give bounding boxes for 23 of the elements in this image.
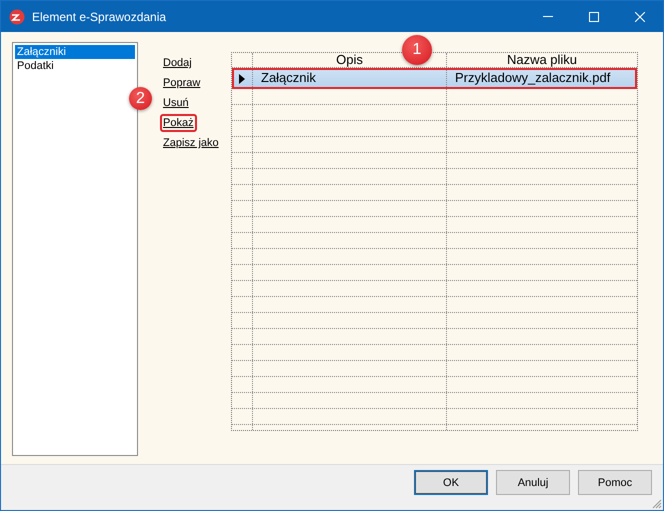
maximize-icon: [589, 12, 599, 22]
resize-grip-icon: [652, 499, 662, 509]
action-link[interactable]: Usuń: [160, 94, 192, 112]
column-header[interactable]: Nazwa pliku: [447, 53, 637, 67]
dialog-button[interactable]: OK: [414, 470, 488, 495]
step-number-badge: 1: [402, 35, 432, 65]
action-link[interactable]: Zapisz jako: [160, 134, 222, 152]
step-number-badge: 2: [129, 87, 152, 110]
action-link[interactable]: Popraw: [160, 74, 204, 92]
list-item[interactable]: Załączniki: [15, 45, 135, 59]
dialog-button[interactable]: Anuluj: [496, 470, 570, 495]
close-icon: [635, 12, 645, 22]
minimize-icon: [543, 16, 553, 17]
app-logo-icon: [9, 8, 25, 24]
action-link[interactable]: Dodaj: [160, 54, 195, 72]
table-cell: Załącznik: [253, 68, 447, 89]
row-pointer-icon: [239, 74, 245, 84]
list-item[interactable]: Podatki: [15, 59, 135, 73]
table-row[interactable]: Załącznik Przykladowy_zalacznik.pdf: [232, 68, 637, 89]
window-title: Element e-Sprawozdania: [32, 10, 168, 24]
table-cell-text: Przykladowy_zalacznik.pdf: [454, 69, 612, 87]
dialog-button[interactable]: Pomoc: [578, 470, 652, 495]
action-link[interactable]: Pokaż: [160, 114, 197, 132]
